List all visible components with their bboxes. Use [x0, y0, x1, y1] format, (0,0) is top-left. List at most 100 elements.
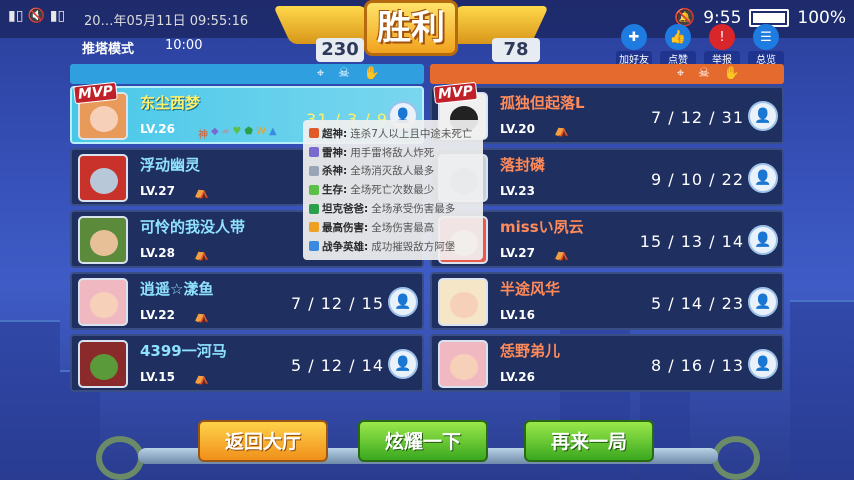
report-icon: !: [709, 24, 735, 50]
target-icon: ⌖: [316, 66, 325, 81]
player-name: 孤独但起落L: [500, 94, 585, 112]
honor-badges: 神 ◆ ▰ ♥ ⬟ W ▲: [198, 126, 277, 141]
tooltip-title: 杀神:: [322, 165, 348, 178]
player-kda: 9 / 10 / 22: [650, 170, 744, 189]
blue-player-row[interactable]: 逍遥☆漾鱼 LV.22 ⛺ 7 / 12 / 15 👤: [70, 272, 424, 330]
tooltip-line: 生存: 全场死亡次数最少: [309, 180, 477, 199]
red-player-row[interactable]: missい夙云 LV.27 ⛺ 15 / 13 / 14 👤: [430, 210, 784, 268]
player-name: 4399一河马: [140, 342, 227, 360]
tooltip-title: 超神:: [322, 127, 348, 140]
tooltip-title: 最高伤害:: [322, 221, 369, 234]
skull-icon: ☠: [698, 66, 710, 81]
report-button[interactable]: ! 举报: [704, 24, 740, 66]
tooltip-line: 超神: 连杀7人以上且中途未死亡: [309, 124, 477, 143]
red-player-row[interactable]: 落封磷 LV.23 9 / 10 / 22 👤: [430, 148, 784, 206]
tooltip-desc: 全场承受伤害最多: [371, 203, 456, 216]
player-kda: 5 / 14 / 23: [650, 294, 744, 313]
blue-player-row[interactable]: 4399一河马 LV.15 ⛺ 5 / 12 / 14 👤: [70, 334, 424, 392]
tooltip-line: 杀神: 全场消灭敌人最多: [309, 162, 477, 181]
avatar: [78, 278, 128, 326]
victory-text: 胜利: [364, 0, 458, 56]
rank-icon: ⛺: [194, 371, 209, 385]
match-time: 10:00: [165, 38, 203, 53]
grenade-icon: [309, 147, 319, 158]
blue-score: 230: [316, 38, 364, 62]
play-again-button[interactable]: 再来一局: [524, 420, 654, 462]
player-kda: 5 / 12 / 14: [290, 356, 384, 375]
tooltip-title: 战争英雄:: [322, 240, 369, 253]
gun-icon: ▰: [221, 126, 230, 137]
tooltip-line: 战争英雄: 成功摧毁敌方阿堡: [309, 237, 477, 256]
red-score: 78: [492, 38, 540, 62]
red-team-header: ⌖ ☠ ✋: [430, 64, 784, 84]
overview-button[interactable]: ☰ 总览: [748, 24, 784, 66]
add-friend-icon: ✚: [621, 24, 647, 50]
shield-icon: ⬟: [244, 126, 254, 137]
player-name: 可怜的我没人带: [140, 218, 246, 236]
tooltip-desc: 连杀7人以上且中途未死亡: [350, 127, 473, 140]
player-name: 落封磷: [500, 156, 546, 174]
add-friend-icon[interactable]: 👤: [748, 101, 778, 131]
player-name: missい夙云: [500, 218, 584, 236]
rank-icon: ⛺: [194, 309, 209, 323]
tooltip-line: 坦克爸爸: 全场承受伤害最多: [309, 199, 477, 218]
gun-icon: [309, 165, 319, 176]
red-player-row[interactable]: 半途风华 LV.16 5 / 14 / 23 👤: [430, 272, 784, 330]
player-level: LV.22: [140, 308, 175, 322]
tooltip-desc: 用手雷将敌人炸死: [350, 146, 435, 159]
like-icon: 👍: [665, 24, 691, 50]
player-level: LV.28: [140, 246, 175, 260]
battery-text: 100%: [797, 8, 846, 28]
add-friend-icon[interactable]: 👤: [748, 163, 778, 193]
blue-team-header: ⌖ ☠ ✋: [70, 64, 424, 84]
tooltip-line: 雷神: 用手雷将敌人炸死: [309, 143, 477, 162]
add-friend-icon[interactable]: 👤: [748, 287, 778, 317]
avatar: [78, 216, 128, 264]
player-level: LV.26: [500, 370, 535, 384]
rank-icon: ⛺: [554, 123, 569, 137]
shield-icon: [309, 203, 319, 214]
damage-icon: W: [256, 126, 266, 137]
red-player-row[interactable]: MVP 孤独但起落L LV.20 ⛺ 7 / 12 / 31 👤: [430, 81, 784, 144]
rank-icon: ⛺: [194, 185, 209, 199]
tooltip-title: 雷神:: [322, 146, 348, 159]
add-friend-icon[interactable]: 👤: [748, 349, 778, 379]
player-name: 东尘西梦: [140, 94, 201, 112]
player-level: LV.26: [140, 122, 175, 136]
add-friend-button[interactable]: ✚ 加好友: [616, 24, 652, 66]
hand-icon: ✋: [723, 66, 740, 81]
like-button[interactable]: 👍 点赞: [660, 24, 696, 66]
player-name: 恁野弟儿: [500, 342, 561, 360]
player-level: LV.15: [140, 370, 175, 384]
avatar: [78, 154, 128, 202]
overview-icon: ☰: [753, 24, 779, 50]
player-level: LV.20: [500, 122, 535, 136]
tooltip-title: 生存:: [322, 184, 348, 197]
honor-tooltip: 超神: 连杀7人以上且中途未死亡 雷神: 用手雷将敌人炸死 杀神: 全场消灭敌人…: [303, 120, 483, 260]
hand-icon: ✋: [363, 66, 380, 81]
tower-icon: ▲: [268, 126, 277, 137]
red-player-row[interactable]: 恁野弟儿 LV.26 8 / 16 / 13 👤: [430, 334, 784, 392]
show-off-button[interactable]: 炫耀一下: [358, 420, 488, 462]
add-friend-icon[interactable]: 👤: [748, 225, 778, 255]
survive-icon: [309, 184, 319, 195]
rank-icon: ⛺: [554, 247, 569, 261]
rank-icon: ⛺: [194, 247, 209, 261]
player-kda: 15 / 13 / 14: [639, 232, 744, 251]
pipe-decoration: [96, 436, 144, 480]
pipe-decoration: [712, 436, 760, 480]
skull-icon: ☠: [338, 66, 350, 81]
tower-icon: [309, 241, 319, 252]
signal-icons: ▮▯ 🔇 ▮▯: [8, 8, 66, 24]
target-icon: ⌖: [676, 66, 685, 81]
top-buttons: ✚ 加好友 👍 点赞 ! 举报 ☰ 总览: [616, 24, 784, 66]
tooltip-desc: 成功摧毁敌方阿堡: [371, 240, 456, 253]
datetime-text: 20…年05月11日 09:55:16: [84, 14, 249, 29]
tooltip-desc: 全场伤害最高: [371, 221, 435, 234]
damage-icon: [309, 222, 319, 233]
add-friend-icon[interactable]: 👤: [388, 287, 418, 317]
avatar: [78, 340, 128, 388]
add-friend-icon[interactable]: 👤: [388, 349, 418, 379]
back-to-lobby-button[interactable]: 返回大厅: [198, 420, 328, 462]
avatar: [438, 278, 488, 326]
